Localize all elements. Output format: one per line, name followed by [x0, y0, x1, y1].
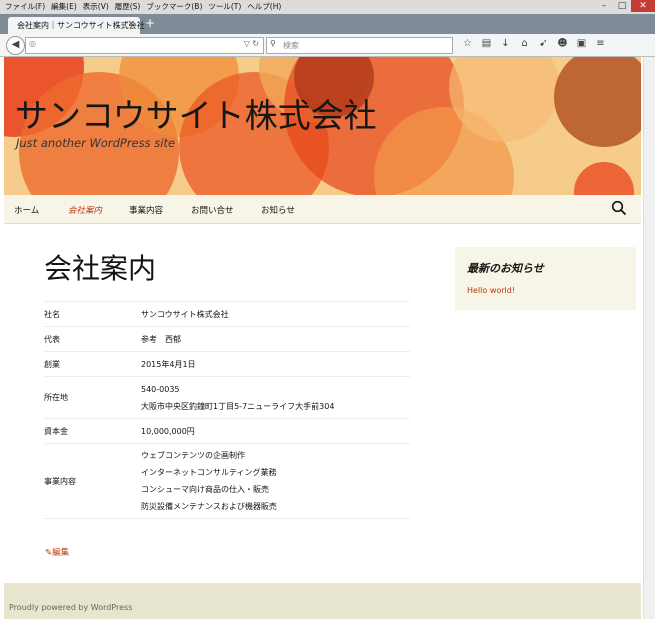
- toolbar-icons: ☆ ▤ ↓ ⌂ ➹ ☻ ▣ ≡: [458, 38, 610, 49]
- row-value: ウェブコンテンツの企画制作インターネットコンサルティング業務 コンシューマ向け商品…: [141, 443, 410, 519]
- value-line: 大阪市中央区釣鐘町1丁目5-7ニューライフ大手前304: [141, 401, 335, 411]
- recent-post-link[interactable]: Hello world!: [467, 286, 515, 295]
- table-row: 創業 2015年4月1日: [44, 351, 410, 377]
- footer-credit-link[interactable]: Proudly powered by WordPress: [9, 603, 132, 612]
- nav-toolbar: ◀ ◎ ▽ ↻ ⚲ 検索 ☆ ▤ ↓ ⌂ ➹ ☻ ▣ ≡: [0, 34, 655, 57]
- value-line: サンコウサイト株式会社: [141, 309, 229, 319]
- close-window-button[interactable]: ✕: [631, 0, 655, 12]
- site-footer: Proudly powered by WordPress: [4, 583, 641, 619]
- search-icon: ⚲: [270, 39, 276, 48]
- row-label: 所在地: [44, 376, 141, 419]
- row-value: 10,000,000円: [141, 418, 410, 444]
- window-controls: – □ ✕: [595, 0, 655, 14]
- menu-icon[interactable]: ≡: [591, 38, 610, 49]
- main-navigation: ホーム 会社案内 事業内容 お問い合せ お知らせ: [4, 195, 641, 224]
- page-title: 会社案内: [44, 252, 157, 285]
- bookmark-star-icon[interactable]: ☆: [458, 38, 477, 49]
- widget-title: 最新のお知らせ: [467, 262, 544, 275]
- download-icon[interactable]: ↓: [496, 38, 515, 49]
- menu-item[interactable]: 履歴(S): [112, 1, 144, 13]
- url-bar[interactable]: ◎ ▽ ↻: [25, 37, 264, 54]
- menu-item[interactable]: 編集(E): [48, 1, 80, 13]
- table-row: 社名 サンコウサイト株式会社: [44, 301, 410, 327]
- scrollbar[interactable]: [643, 57, 655, 619]
- tab-title: 会社案内｜サンコウサイト株式会社: [17, 21, 145, 30]
- site-header: サンコウサイト株式会社 Just another WordPress site: [4, 57, 641, 195]
- maximize-button[interactable]: □: [613, 0, 631, 12]
- value-line: 10,000,000円: [141, 426, 195, 436]
- reload-icon[interactable]: ▽ ↻: [244, 39, 259, 48]
- home-icon[interactable]: ⌂: [515, 38, 534, 49]
- row-label: 事業内容: [44, 443, 141, 519]
- menu-item[interactable]: ヘルプ(H): [244, 1, 284, 13]
- new-tab-button[interactable]: +: [145, 16, 155, 30]
- web-page: サンコウサイト株式会社 Just another WordPress site …: [4, 57, 641, 619]
- menu-item[interactable]: ファイル(F): [2, 1, 48, 13]
- tab-active[interactable]: 会社案内｜サンコウサイト株式会社 ×: [8, 17, 145, 34]
- nav-item-contact[interactable]: お問い合せ: [191, 204, 234, 216]
- send-icon[interactable]: ➹: [534, 38, 553, 49]
- nav-item-home[interactable]: ホーム: [14, 204, 39, 216]
- row-label: 創業: [44, 351, 141, 377]
- search-input[interactable]: ⚲ 検索: [266, 37, 453, 54]
- menu-item[interactable]: ツール(T): [205, 1, 244, 13]
- row-value: 2015年4月1日: [141, 351, 410, 377]
- company-info-table: 社名 サンコウサイト株式会社 代表 参考 西郁 創業 2015年4月1日 所在地 540-00…: [44, 301, 410, 519]
- table-row: 資本金 10,000,000円: [44, 418, 410, 444]
- tab-strip: 会社案内｜サンコウサイト株式会社 × +: [0, 14, 655, 34]
- search-placeholder: 検索: [283, 41, 299, 50]
- menu-items: ファイル(F) 編集(E) 表示(V) 履歴(S) ブックマーク(B) ツール(T) ヘルプ…: [2, 1, 284, 13]
- minimize-button[interactable]: –: [595, 0, 613, 12]
- value-line: インターネットコンサルティング業務: [141, 468, 277, 477]
- edit-link[interactable]: ✎編集: [45, 546, 69, 558]
- value-line: 参考 西郁: [141, 334, 181, 344]
- site-title[interactable]: サンコウサイト株式会社: [15, 89, 377, 137]
- menu-item[interactable]: ブックマーク(B): [143, 1, 205, 13]
- reading-list-icon[interactable]: ▤: [477, 38, 496, 49]
- screenshot-icon[interactable]: ▣: [572, 38, 591, 49]
- nav-item-business[interactable]: 事業内容: [129, 204, 163, 216]
- row-value: サンコウサイト株式会社: [141, 301, 410, 327]
- row-value: 参考 西郁: [141, 326, 410, 352]
- back-button[interactable]: ◀: [6, 36, 25, 55]
- search-icon[interactable]: [611, 200, 627, 216]
- menu-item[interactable]: 表示(V): [80, 1, 112, 13]
- table-row: 事業内容 ウェブコンテンツの企画制作インターネットコンサルティング業務 コンシューマ…: [44, 443, 410, 519]
- nav-item-news[interactable]: お知らせ: [261, 204, 295, 216]
- value-line: 2015年4月1日: [141, 359, 196, 369]
- table-row: 所在地 540-0035 大阪市中央区釣鐘町1丁目5-7ニューライフ大手前304: [44, 376, 410, 419]
- tab-close-icon[interactable]: ×: [127, 19, 135, 29]
- recent-posts-widget: 最新のお知らせ Hello world!: [455, 247, 636, 310]
- row-value: 540-0035 大阪市中央区釣鐘町1丁目5-7ニューライフ大手前304: [141, 376, 410, 419]
- value-line: 防災設備メンテナンスおよび機器販売: [141, 502, 277, 511]
- table-row: 代表 参考 西郁: [44, 326, 410, 352]
- site-description: Just another WordPress site: [16, 136, 176, 150]
- nav-item-company[interactable]: 会社案内: [68, 204, 102, 216]
- row-label: 資本金: [44, 418, 141, 444]
- value-line: 540-0035: [141, 384, 180, 394]
- browser-menubar: ファイル(F) 編集(E) 表示(V) 履歴(S) ブックマーク(B) ツール(T) ヘルプ…: [0, 0, 655, 14]
- row-label: 社名: [44, 301, 141, 327]
- value-line: ウェブコンテンツの企画制作: [141, 451, 245, 460]
- smiley-icon[interactable]: ☻: [553, 38, 572, 49]
- row-label: 代表: [44, 326, 141, 352]
- value-line: コンシューマ向け商品の仕入・販売: [141, 485, 269, 494]
- globe-icon: ◎: [29, 39, 36, 48]
